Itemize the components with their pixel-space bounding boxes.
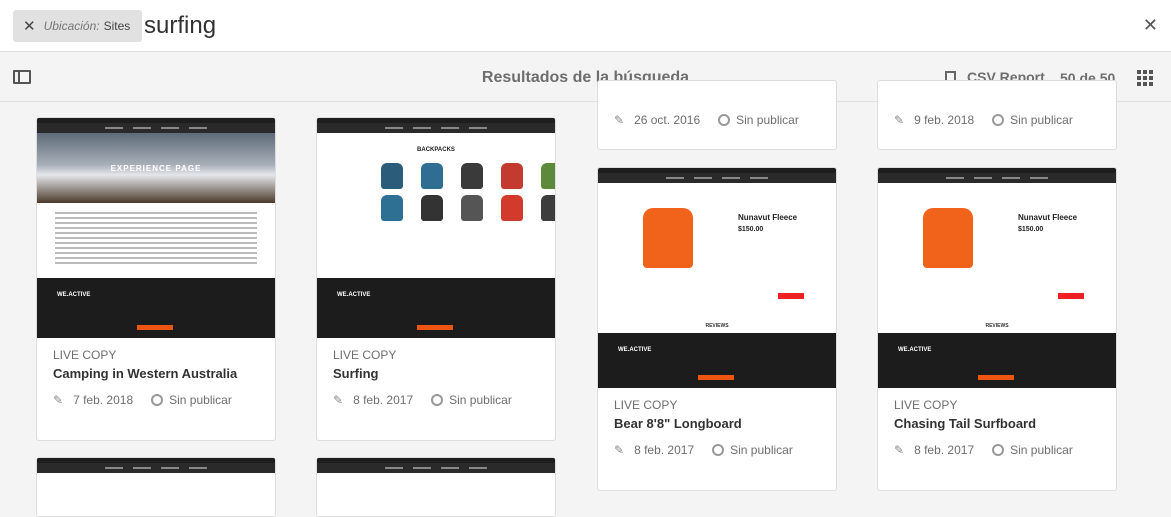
search-bar: ✕ Ubicación: Sites surfing ✕ — [0, 0, 1171, 52]
hero-banner: EXPERIENCE PAGE — [37, 133, 275, 203]
remove-tag-icon[interactable]: ✕ — [23, 17, 36, 35]
result-card[interactable]: EXPERIENCE PAGE WE.ACTIVE LIVE COPY Camp… — [36, 117, 276, 441]
card-type: LIVE COPY — [614, 398, 678, 412]
close-search-icon[interactable]: ✕ — [1143, 15, 1158, 36]
result-card[interactable] — [316, 457, 556, 517]
card-title: Bear 8'8" Longboard — [614, 416, 742, 431]
card-title: Surfing — [333, 366, 379, 381]
card-status: Sin publicar — [1010, 443, 1073, 457]
result-card[interactable] — [36, 457, 276, 517]
card-partial-2[interactable]: ✎ 9 feb. 2018 Sin publicar — [877, 80, 1117, 150]
edit-icon: ✎ — [53, 393, 64, 407]
result-card[interactable]: Nunavut Fleece $150.00 REVIEWS WE.ACTIVE… — [877, 167, 1117, 491]
card-status: Sin publicar — [736, 113, 799, 127]
reviews-heading: REVIEWS — [985, 323, 1009, 329]
edit-icon: ✎ — [614, 443, 625, 457]
card-title: Camping in Western Australia — [53, 366, 238, 381]
card-status: Sin publicar — [1010, 113, 1073, 127]
card-status: Sin publicar — [730, 443, 793, 457]
card-thumbnail: Nunavut Fleece $150.00 REVIEWS WE.ACTIVE — [598, 168, 836, 388]
edit-icon: ✎ — [894, 443, 905, 457]
product-title: Nunavut Fleece — [1018, 213, 1078, 222]
card-type: LIVE COPY — [333, 348, 397, 362]
card-partial-1[interactable]: ✎ 26 oct. 2016 Sin publicar — [597, 80, 837, 150]
reviews-heading: REVIEWS — [705, 323, 729, 329]
tag-key: Ubicación: — [43, 19, 100, 33]
card-date: 8 feb. 2017 — [634, 443, 695, 457]
globe-icon — [712, 444, 725, 456]
card-type: LIVE COPY — [894, 398, 958, 412]
product-price: $150.00 — [1018, 226, 1044, 233]
globe-icon — [151, 394, 164, 406]
view-switcher-icon[interactable] — [1137, 70, 1153, 86]
card-status: Sin publicar — [449, 393, 512, 407]
card-date: 26 oct. 2016 — [634, 113, 701, 127]
tag-value: Sites — [103, 19, 131, 33]
card-date: 7 feb. 2018 — [73, 393, 134, 407]
card-date: 8 feb. 2017 — [914, 443, 975, 457]
search-input[interactable]: surfing — [144, 12, 216, 40]
edit-icon: ✎ — [894, 113, 905, 127]
card-thumbnail: Nunavut Fleece $150.00 REVIEWS WE.ACTIVE — [878, 168, 1116, 388]
edit-icon: ✎ — [333, 393, 344, 407]
card-date: 9 feb. 2018 — [914, 113, 975, 127]
card-type: LIVE COPY — [53, 348, 117, 362]
globe-icon — [431, 394, 444, 406]
globe-icon — [992, 444, 1005, 456]
card-title: Chasing Tail Surfboard — [894, 416, 1037, 431]
location-tag[interactable]: ✕ Ubicación: Sites — [13, 10, 143, 42]
product-title: Nunavut Fleece — [738, 213, 798, 222]
card-date: 8 feb. 2017 — [353, 393, 414, 407]
card-thumbnail: EXPERIENCE PAGE WE.ACTIVE — [37, 118, 275, 338]
card-thumbnail: BACKPACKS WE.ACTIVE — [317, 118, 555, 338]
edit-icon: ✎ — [614, 113, 625, 127]
globe-icon — [718, 114, 731, 126]
globe-icon — [992, 114, 1005, 126]
result-card[interactable]: Nunavut Fleece $150.00 REVIEWS WE.ACTIVE… — [597, 167, 837, 491]
result-card[interactable]: BACKPACKS WE.ACTIVE LIVE COPY Surfing ✎ 8… — [316, 117, 556, 441]
card-status: Sin publicar — [169, 393, 232, 407]
product-price: $150.00 — [738, 226, 764, 233]
